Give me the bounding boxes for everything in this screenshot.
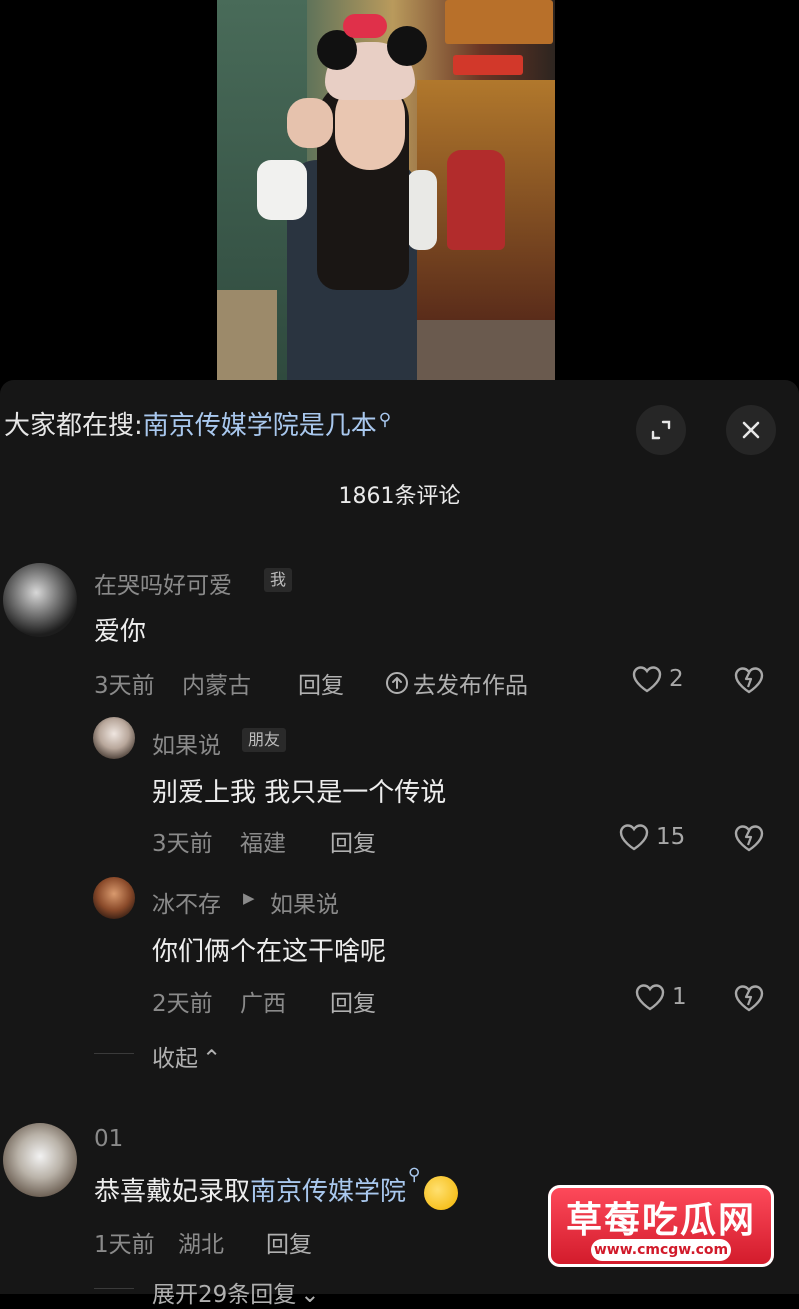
- watermark-logo: 草莓吃瓜网 www.cmcgw.com: [548, 1185, 774, 1267]
- broken-heart-icon: [734, 825, 764, 852]
- reply-time: 2天前: [152, 991, 213, 1017]
- expand-icon: [651, 420, 671, 440]
- video-player[interactable]: [0, 0, 799, 380]
- reply-location: 福建: [240, 831, 286, 857]
- comment-text[interactable]: 爱你: [94, 611, 146, 648]
- trending-search-prefix: 大家都在搜:: [4, 411, 143, 441]
- like-count: 15: [656, 824, 686, 850]
- like-count: 2: [669, 666, 684, 692]
- comment-time: 3天前: [94, 673, 155, 699]
- reply-text[interactable]: 别爱上我 我只是一个传说: [152, 772, 446, 809]
- comment-text[interactable]: 恭喜戴妃录取南京传媒学院⚲: [94, 1165, 459, 1210]
- reply-button[interactable]: 回复: [266, 1225, 312, 1259]
- publish-upload-icon: [386, 672, 408, 694]
- clapping-hands-emoji-icon: [424, 1175, 459, 1210]
- friend-badge: 朋友: [242, 728, 287, 752]
- dislike-button[interactable]: [733, 983, 765, 1017]
- self-badge: 我: [264, 568, 293, 592]
- reply-location: 广西: [240, 991, 286, 1017]
- chevron-down-icon: ⌄: [300, 1282, 320, 1308]
- broken-heart-icon: [734, 985, 764, 1012]
- comment-username[interactable]: 01: [94, 1126, 123, 1152]
- search-icon: ⚲: [378, 410, 392, 430]
- reply-text[interactable]: 你们俩个在这干啥呢: [152, 931, 386, 968]
- video-floor: [397, 320, 555, 380]
- comment-search-link[interactable]: 南京传媒学院: [250, 1177, 406, 1207]
- comment-location: 内蒙古: [182, 673, 251, 699]
- dislike-button[interactable]: [733, 665, 765, 699]
- video-hat-bow: [343, 14, 387, 38]
- like-button[interactable]: 15: [618, 822, 685, 852]
- video-person-hand: [287, 98, 333, 148]
- comment-sheet: 大家都在搜:南京传媒学院是几本 ⚲ 1861条评论 在哭吗好可爱 我 爱你 3天前…: [0, 380, 799, 1308]
- expand-button[interactable]: [636, 405, 686, 455]
- comment-username[interactable]: 在哭吗好可爱: [94, 566, 232, 600]
- video-person-sleeve-left: [257, 160, 307, 220]
- reply-username[interactable]: 冰不存: [152, 885, 221, 919]
- comment-text-part: 恭喜戴妃录取: [94, 1177, 251, 1207]
- trending-search[interactable]: 大家都在搜:南京传媒学院是几本 ⚲: [4, 406, 391, 446]
- collapse-replies-button[interactable]: 收起 ⌃: [152, 1039, 221, 1073]
- close-icon: [742, 421, 760, 439]
- video-hat-ear-right: [387, 26, 427, 66]
- reply-time: 3天前: [152, 831, 213, 857]
- avatar[interactable]: [3, 563, 77, 637]
- comment-count: 1861条评论: [338, 484, 461, 509]
- reply-to-arrow: ▶: [243, 889, 255, 907]
- close-button[interactable]: [726, 405, 776, 455]
- watermark-title: 草莓吃瓜网: [565, 1200, 756, 1241]
- search-icon: ⚲: [408, 1165, 421, 1185]
- reply-button[interactable]: 回复: [330, 824, 376, 858]
- video-store-sign: [445, 0, 553, 44]
- video-dress-display: [447, 150, 505, 250]
- heart-icon: [632, 666, 662, 693]
- reply-to-username[interactable]: 如果说: [270, 885, 339, 919]
- like-button[interactable]: 1: [634, 982, 687, 1012]
- collapse-label: 收起: [152, 1046, 198, 1072]
- like-count: 1: [672, 984, 687, 1010]
- reply-username[interactable]: 如果说: [152, 726, 221, 760]
- heart-icon: [619, 824, 649, 851]
- like-button[interactable]: 2: [631, 664, 684, 694]
- comment-location: 湖北: [178, 1232, 224, 1258]
- heart-icon: [635, 984, 665, 1011]
- expand-replies-button[interactable]: 展开29条回复 ⌄: [152, 1275, 320, 1309]
- broken-heart-icon: [734, 667, 764, 694]
- video-background-step: [217, 290, 277, 380]
- avatar[interactable]: [3, 1123, 77, 1197]
- watermark-url: www.cmcgw.com: [591, 1239, 731, 1261]
- video-person-sleeve-right: [407, 170, 437, 250]
- chevron-up-icon: ⌃: [202, 1046, 222, 1072]
- dislike-button[interactable]: [733, 823, 765, 857]
- trending-search-query[interactable]: 南京传媒学院是几本: [143, 411, 377, 441]
- reply-button[interactable]: 回复: [330, 984, 376, 1018]
- video-frame[interactable]: [217, 0, 555, 380]
- collapse-divider: [94, 1053, 134, 1054]
- publish-work-button[interactable]: 去发布作品: [385, 666, 528, 700]
- comment-time: 1天前: [94, 1232, 155, 1258]
- publish-work-label: 去发布作品: [413, 673, 528, 699]
- avatar[interactable]: [93, 877, 135, 919]
- expand-replies-label: 展开29条回复: [152, 1282, 297, 1308]
- avatar[interactable]: [93, 717, 135, 759]
- video-store-sign-red: [453, 55, 523, 75]
- expand-divider: [94, 1288, 134, 1289]
- reply-button[interactable]: 回复: [298, 666, 344, 700]
